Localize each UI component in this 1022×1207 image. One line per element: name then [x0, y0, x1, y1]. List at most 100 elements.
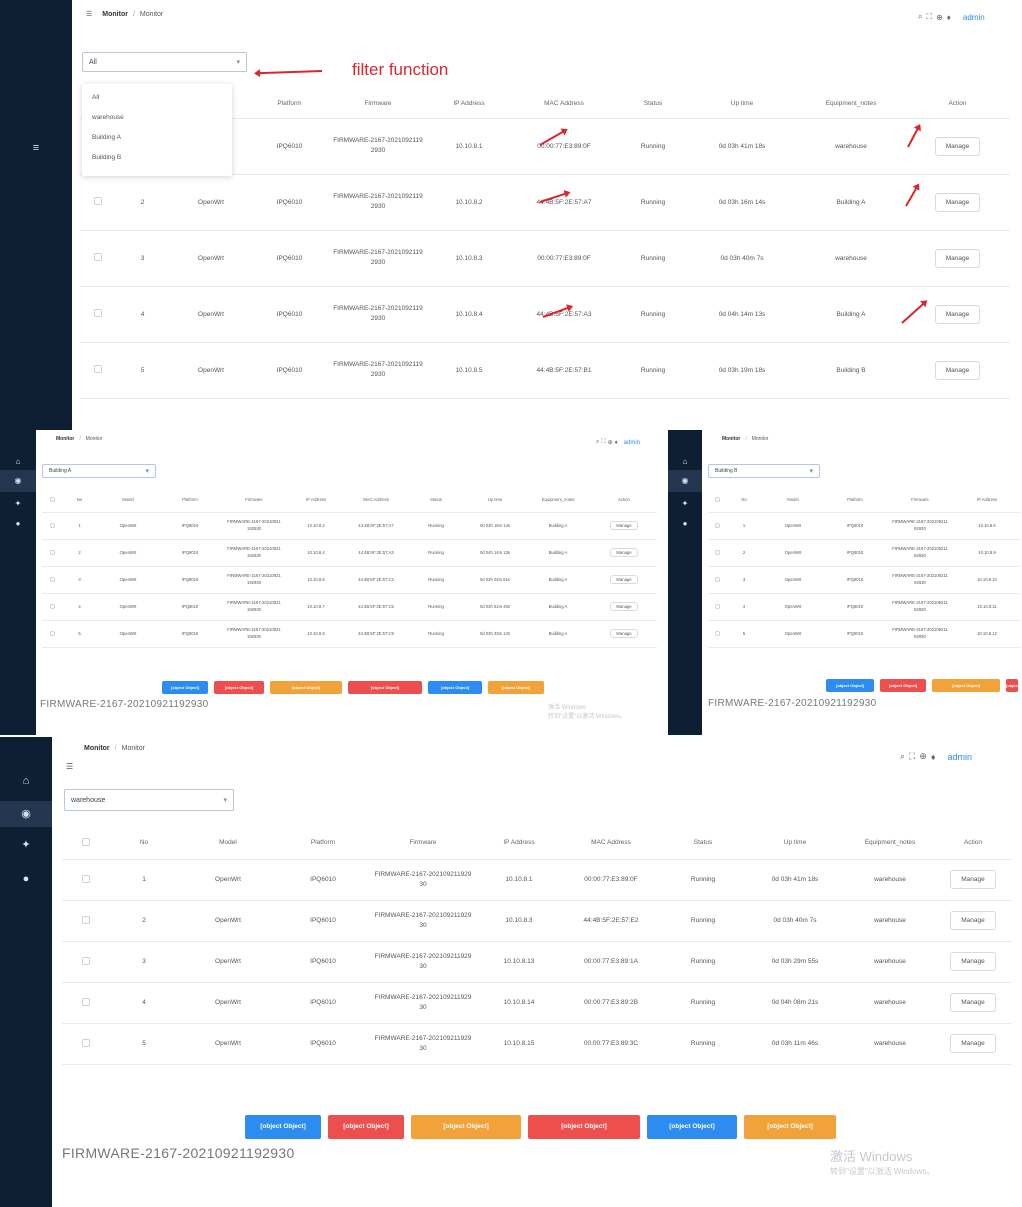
row-checkbox[interactable]: [714, 549, 720, 555]
table-row[interactable]: 1OpenWrtIPQ6010FIRMWARE-2167-20210921192…: [42, 512, 657, 540]
table-row[interactable]: 2 OpenWrt IPQ6010 FIRMWARE-2167-20210921192…: [42, 539, 657, 567]
fullscreen-icon[interactable]: ⛶: [909, 751, 915, 762]
table-row[interactable]: 4 OpenWrt IPQ6010 FIRMWARE-2167-20210921192…: [62, 982, 1012, 1024]
table-row[interactable]: 1OpenWrtIPQ6010FIRMWARE-2167-20210921192…: [62, 859, 1012, 901]
settings-icon[interactable]: ✦: [10, 496, 26, 512]
menu-icon[interactable]: ≡: [28, 140, 44, 156]
manage-button[interactable]: Manage: [934, 136, 981, 156]
language-icon[interactable]: ⊕: [919, 751, 927, 762]
search-icon[interactable]: ⌕: [918, 12, 922, 22]
manage-button[interactable]: Manage: [950, 1034, 996, 1053]
row-checkbox[interactable]: [49, 603, 55, 609]
manage-button[interactable]: Manage: [610, 602, 638, 611]
row-checkbox[interactable]: [93, 253, 102, 261]
row-checkbox[interactable]: [49, 522, 55, 528]
filter-select[interactable]: warehouse ▾: [64, 789, 234, 811]
manage-button[interactable]: Manage: [934, 192, 981, 212]
row-checkbox[interactable]: [82, 874, 90, 883]
user-menu[interactable]: admin: [624, 440, 640, 446]
row-checkbox[interactable]: [49, 549, 55, 555]
user-menu[interactable]: admin: [948, 752, 973, 762]
breadcrumb-item[interactable]: Monitor: [56, 436, 74, 442]
fullscreen-icon[interactable]: ⛶: [601, 439, 605, 446]
select-all-checkbox[interactable]: [82, 837, 90, 846]
update-equipment-notes-button[interactable]: [object Object]: [1006, 679, 1020, 701]
table-row[interactable]: 5 OpenWrt IPQ6010 FIRMWARE-2167-20210921192…: [80, 342, 1010, 399]
table-row[interactable]: 4 OpenWrt IPQ6010 FIRMWARE-2167-20210921192…: [708, 593, 1020, 621]
filter-option-building-a[interactable]: Building A: [82, 128, 232, 148]
user-icon[interactable]: ●: [18, 871, 34, 887]
manage-button[interactable]: Manage: [610, 629, 638, 638]
manage-button[interactable]: Manage: [934, 360, 981, 380]
row-checkbox[interactable]: [82, 997, 90, 1006]
row-checkbox[interactable]: [93, 365, 102, 373]
settings-icon[interactable]: ✦: [18, 837, 34, 853]
select-all-checkbox[interactable]: [714, 496, 720, 502]
search-icon[interactable]: ⌕: [900, 751, 905, 762]
user-menu[interactable]: admin: [963, 13, 985, 22]
table-row[interactable]: 3 OpenWrt IPQ6010 FIRMWARE-2167-20210921192…: [708, 566, 1020, 594]
row-checkbox[interactable]: [714, 603, 720, 609]
row-checkbox[interactable]: [714, 630, 720, 636]
manage-button[interactable]: Manage: [934, 304, 981, 324]
language-icon[interactable]: ⊕: [936, 13, 943, 22]
table-row[interactable]: 3 OpenWrt IPQ6010 FIRMWARE-2167-20210921192…: [42, 566, 657, 594]
table-row[interactable]: 5 OpenWrt IPQ6010 FIRMWARE-2167-20210921192…: [62, 1023, 1012, 1065]
configure-wifi-button[interactable]: [object Object]: [162, 681, 208, 694]
filter-select[interactable]: Building A ▾: [42, 464, 156, 478]
generate-report-button[interactable]: [object Object]: [428, 681, 482, 694]
filter-select[interactable]: Building B ▾: [708, 464, 820, 478]
push-firmware-button[interactable]: [object Object]: [880, 679, 926, 692]
user-icon[interactable]: ●: [677, 516, 693, 532]
row-checkbox[interactable]: [93, 197, 102, 205]
row-checkbox[interactable]: [714, 522, 720, 528]
table-row[interactable]: 2 OpenWrt IPQ6010 FIRMWARE-2167-20210921192…: [80, 174, 1010, 231]
user-icon[interactable]: ●: [10, 516, 26, 532]
filter-option-building-b[interactable]: Building B: [82, 148, 232, 168]
home-icon[interactable]: ⌂: [10, 454, 26, 470]
fullscreen-icon[interactable]: ⛶: [926, 12, 932, 22]
row-checkbox[interactable]: [49, 630, 55, 636]
manage-button[interactable]: Manage: [950, 870, 996, 889]
manage-button[interactable]: Manage: [610, 575, 638, 584]
language-icon[interactable]: ⊕: [608, 439, 613, 446]
configure-wifi-button[interactable]: [object Object]: [826, 679, 874, 692]
configure-wired-network-button[interactable]: [object Object]: [932, 679, 1000, 692]
table-row[interactable]: 3 OpenWrt IPQ6010 FIRMWARE-2167-20210921192…: [80, 230, 1010, 287]
table-row[interactable]: 2 OpenWrt IPQ6010 FIRMWARE-2167-20210921192…: [62, 900, 1012, 942]
update-equipment-notes-button[interactable]: [object Object]: [528, 1115, 640, 1139]
row-checkbox[interactable]: [82, 915, 90, 924]
generate-report-button[interactable]: [object Object]: [647, 1115, 737, 1139]
table-row[interactable]: 5 OpenWrt IPQ6010 FIRMWARE-2167-20210921192…: [708, 620, 1020, 648]
row-checkbox[interactable]: [49, 576, 55, 582]
table-row[interactable]: 4 OpenWrt IPQ6010 FIRMWARE-2167-20210921192…: [42, 593, 657, 621]
monitor-icon[interactable]: ◉: [668, 470, 702, 492]
home-icon[interactable]: ⌂: [677, 454, 693, 470]
manage-button[interactable]: Manage: [950, 952, 996, 971]
reboot-devices-button[interactable]: [object Object]: [488, 681, 544, 694]
push-firmware-button[interactable]: [object Object]: [328, 1115, 404, 1139]
configure-wired-network-button[interactable]: [object Object]: [411, 1115, 521, 1139]
manage-button[interactable]: Manage: [610, 521, 638, 530]
menu-toggle-icon[interactable]: ☰: [66, 762, 73, 771]
reboot-devices-button[interactable]: [object Object]: [744, 1115, 836, 1139]
row-checkbox[interactable]: [82, 956, 90, 965]
monitor-icon[interactable]: ◉: [0, 801, 52, 827]
manage-button[interactable]: Manage: [950, 993, 996, 1012]
breadcrumb-item[interactable]: Monitor: [102, 11, 128, 18]
settings-icon[interactable]: ✦: [677, 496, 693, 512]
row-checkbox[interactable]: [93, 309, 102, 317]
bell-icon[interactable]: ♦: [947, 13, 951, 22]
bell-icon[interactable]: ♦: [931, 752, 936, 762]
filter-select[interactable]: All ▾: [82, 52, 247, 72]
table-row[interactable]: 5 OpenWrt IPQ6010 FIRMWARE-2167-20210921192…: [42, 620, 657, 648]
row-checkbox[interactable]: [714, 576, 720, 582]
breadcrumb-item[interactable]: Monitor: [722, 436, 740, 442]
manage-button[interactable]: Manage: [934, 248, 981, 268]
filter-option-all[interactable]: All: [82, 88, 232, 108]
search-icon[interactable]: ⌕: [596, 439, 599, 446]
manage-button[interactable]: Manage: [610, 548, 638, 557]
bell-icon[interactable]: ♦: [615, 440, 618, 446]
table-row[interactable]: 3 OpenWrt IPQ6010 FIRMWARE-2167-20210921192…: [62, 941, 1012, 983]
home-icon[interactable]: ⌂: [18, 773, 34, 789]
